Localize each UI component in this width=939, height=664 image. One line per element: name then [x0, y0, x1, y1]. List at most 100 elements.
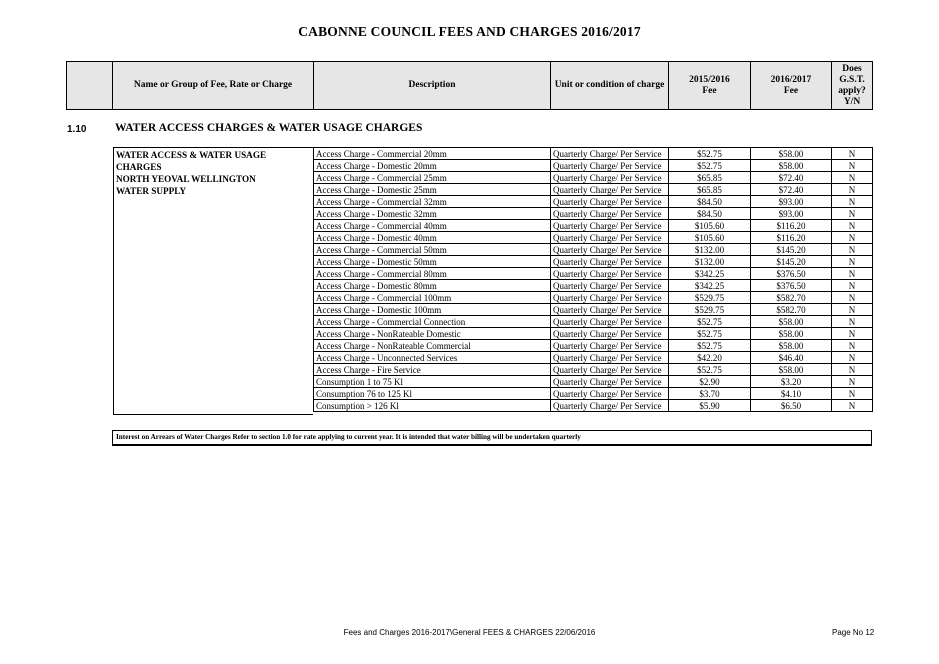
- fee-group-name: WATER ACCESS & WATER USAGE CHARGES NORTH…: [113, 147, 313, 415]
- table-row: Access Charge - Domestic 20mm Quarterly C…: [313, 159, 873, 172]
- gst-cell: N: [831, 351, 873, 364]
- table-row: Access Charge - Commercial 80mm Quarterly…: [313, 267, 873, 280]
- fee-description-cell: Access Charge - Unconnected Services: [313, 351, 551, 364]
- fee-2016-cell: $72.40: [750, 183, 832, 196]
- gst-cell: N: [831, 375, 873, 388]
- fee-2016-cell: $58.00: [750, 339, 832, 352]
- gst-cell: N: [831, 219, 873, 232]
- fee-unit-cell: Quarterly Charge/ Per Service: [550, 243, 669, 256]
- fee-description-cell: Access Charge - Commercial 32mm: [313, 195, 551, 208]
- gst-cell: N: [831, 327, 873, 340]
- fee-2015-cell: $52.75: [668, 339, 751, 352]
- fee-2015-cell: $342.25: [668, 279, 751, 292]
- group-line: CHARGES: [116, 162, 162, 172]
- fee-unit-cell: Quarterly Charge/ Per Service: [550, 315, 669, 328]
- footer-page-number: Page No 12: [832, 628, 875, 637]
- table-row: Consumption 1 to 75 Kl Quarterly Charge/ …: [313, 375, 873, 388]
- header-fee-2015-line2: Fee: [702, 85, 717, 96]
- gst-cell: N: [831, 303, 873, 316]
- fee-2016-cell: $145.20: [750, 255, 832, 268]
- fee-description-cell: Access Charge - Commercial Connection: [313, 315, 551, 328]
- fee-description-cell: Access Charge - NonRateable Commercial: [313, 339, 551, 352]
- header-fee-2015-line1: 2015/2016: [689, 74, 730, 85]
- header-blank-cell: [66, 61, 113, 110]
- fee-2015-cell: $52.75: [668, 327, 751, 340]
- fee-description-cell: Access Charge - Commercial 20mm: [313, 147, 551, 160]
- fee-unit-cell: Quarterly Charge/ Per Service: [550, 327, 669, 340]
- fee-2015-cell: $5.90: [668, 399, 751, 412]
- gst-cell: N: [831, 195, 873, 208]
- fee-unit-cell: Quarterly Charge/ Per Service: [550, 387, 669, 400]
- fee-description-cell: Consumption 76 to 125 Kl: [313, 387, 551, 400]
- table-row: Access Charge - Domestic 100mm Quarterly …: [313, 303, 873, 316]
- table-row: Consumption 76 to 125 Kl Quarterly Charge…: [313, 387, 873, 400]
- fee-2015-cell: $65.85: [668, 183, 751, 196]
- column-header-table: Name or Group of Fee, Rate or Charge Des…: [66, 61, 873, 110]
- fee-unit-cell: Quarterly Charge/ Per Service: [550, 351, 669, 364]
- gst-cell: N: [831, 279, 873, 292]
- gst-cell: N: [831, 291, 873, 304]
- fee-description-cell: Access Charge - Commercial 50mm: [313, 243, 551, 256]
- gst-cell: N: [831, 363, 873, 376]
- fee-2016-cell: $58.00: [750, 327, 832, 340]
- header-fee-2016: 2016/2017 Fee: [750, 61, 832, 110]
- group-line: WATER ACCESS & WATER USAGE: [116, 150, 267, 160]
- fee-unit-cell: Quarterly Charge/ Per Service: [550, 279, 669, 292]
- header-gst-line1: Does: [842, 63, 862, 74]
- fee-2015-cell: $529.75: [668, 291, 751, 304]
- fee-2016-cell: $116.20: [750, 219, 832, 232]
- table-row: Access Charge - Fire Service Quarterly Ch…: [313, 363, 873, 376]
- fee-unit-cell: Quarterly Charge/ Per Service: [550, 195, 669, 208]
- fee-2015-cell: $84.50: [668, 195, 751, 208]
- fee-2015-cell: $52.75: [668, 159, 751, 172]
- fee-2016-cell: $145.20: [750, 243, 832, 256]
- fee-unit-cell: Quarterly Charge/ Per Service: [550, 303, 669, 316]
- fee-description-cell: Consumption > 126 Kl: [313, 399, 551, 412]
- header-gst-line4: Y/N: [843, 96, 861, 107]
- group-line: NORTH YEOVAL WELLINGTON: [116, 174, 256, 184]
- table-row: Access Charge - Domestic 40mm Quarterly C…: [313, 231, 873, 244]
- fee-2015-cell: $105.60: [668, 219, 751, 232]
- fee-description-cell: Access Charge - Domestic 50mm: [313, 255, 551, 268]
- table-row: Access Charge - NonRateable Commercial Qu…: [313, 339, 873, 352]
- fee-2016-cell: $93.00: [750, 207, 832, 220]
- gst-cell: N: [831, 147, 873, 160]
- fee-unit-cell: Quarterly Charge/ Per Service: [550, 183, 669, 196]
- fee-unit-cell: Quarterly Charge/ Per Service: [550, 219, 669, 232]
- fee-description-cell: Access Charge - Fire Service: [313, 363, 551, 376]
- section-number: 1.10: [67, 124, 87, 135]
- table-row: Access Charge - Domestic 50mm Quarterly C…: [313, 255, 873, 268]
- fee-2015-cell: $342.25: [668, 267, 751, 280]
- table-row: Access Charge - Commercial 32mm Quarterly…: [313, 195, 873, 208]
- fee-description-cell: Access Charge - Domestic 32mm: [313, 207, 551, 220]
- header-fee-2015: 2015/2016 Fee: [668, 61, 751, 110]
- table-row: Access Charge - Unconnected Services Quar…: [313, 351, 873, 364]
- fee-2016-cell: $58.00: [750, 363, 832, 376]
- fee-2015-cell: $3.70: [668, 387, 751, 400]
- table-row: Access Charge - Commercial 25mm Quarterly…: [313, 171, 873, 184]
- gst-cell: N: [831, 399, 873, 412]
- fee-2016-cell: $58.00: [750, 147, 832, 160]
- header-fee-2016-line1: 2016/2017: [770, 74, 812, 85]
- group-line: WATER SUPPLY: [116, 186, 187, 196]
- fee-description-cell: Access Charge - Domestic 25mm: [313, 183, 551, 196]
- fee-description-cell: Access Charge - Domestic 40mm: [313, 231, 551, 244]
- fee-unit-cell: Quarterly Charge/ Per Service: [550, 291, 669, 304]
- fee-description-cell: Access Charge - Domestic 100mm: [313, 303, 551, 316]
- fees-table: Access Charge - Commercial 20mm Quarterly…: [313, 147, 873, 412]
- table-row: Consumption > 126 Kl Quarterly Charge/ Pe…: [313, 399, 873, 412]
- fee-description-cell: Access Charge - Commercial 25mm: [313, 171, 551, 184]
- fee-description-cell: Access Charge - Commercial 40mm: [313, 219, 551, 232]
- fee-description-cell: Access Charge - Domestic 80mm: [313, 279, 551, 292]
- fee-2016-cell: $46.40: [750, 351, 832, 364]
- section-title: WATER ACCESS CHARGES & WATER USAGE CHARG…: [115, 122, 423, 134]
- fee-description-cell: Access Charge - Commercial 80mm: [313, 267, 551, 280]
- fee-2016-cell: $6.50: [750, 399, 832, 412]
- fee-2016-cell: $376.50: [750, 279, 832, 292]
- table-row: Access Charge - Domestic 25mm Quarterly C…: [313, 183, 873, 196]
- table-row: Access Charge - Commercial Connection Qua…: [313, 315, 873, 328]
- document-title: CABONNE COUNCIL FEES AND CHARGES 2016/20…: [298, 24, 641, 39]
- fee-2015-cell: $52.75: [668, 363, 751, 376]
- fee-2016-cell: $93.00: [750, 195, 832, 208]
- gst-cell: N: [831, 183, 873, 196]
